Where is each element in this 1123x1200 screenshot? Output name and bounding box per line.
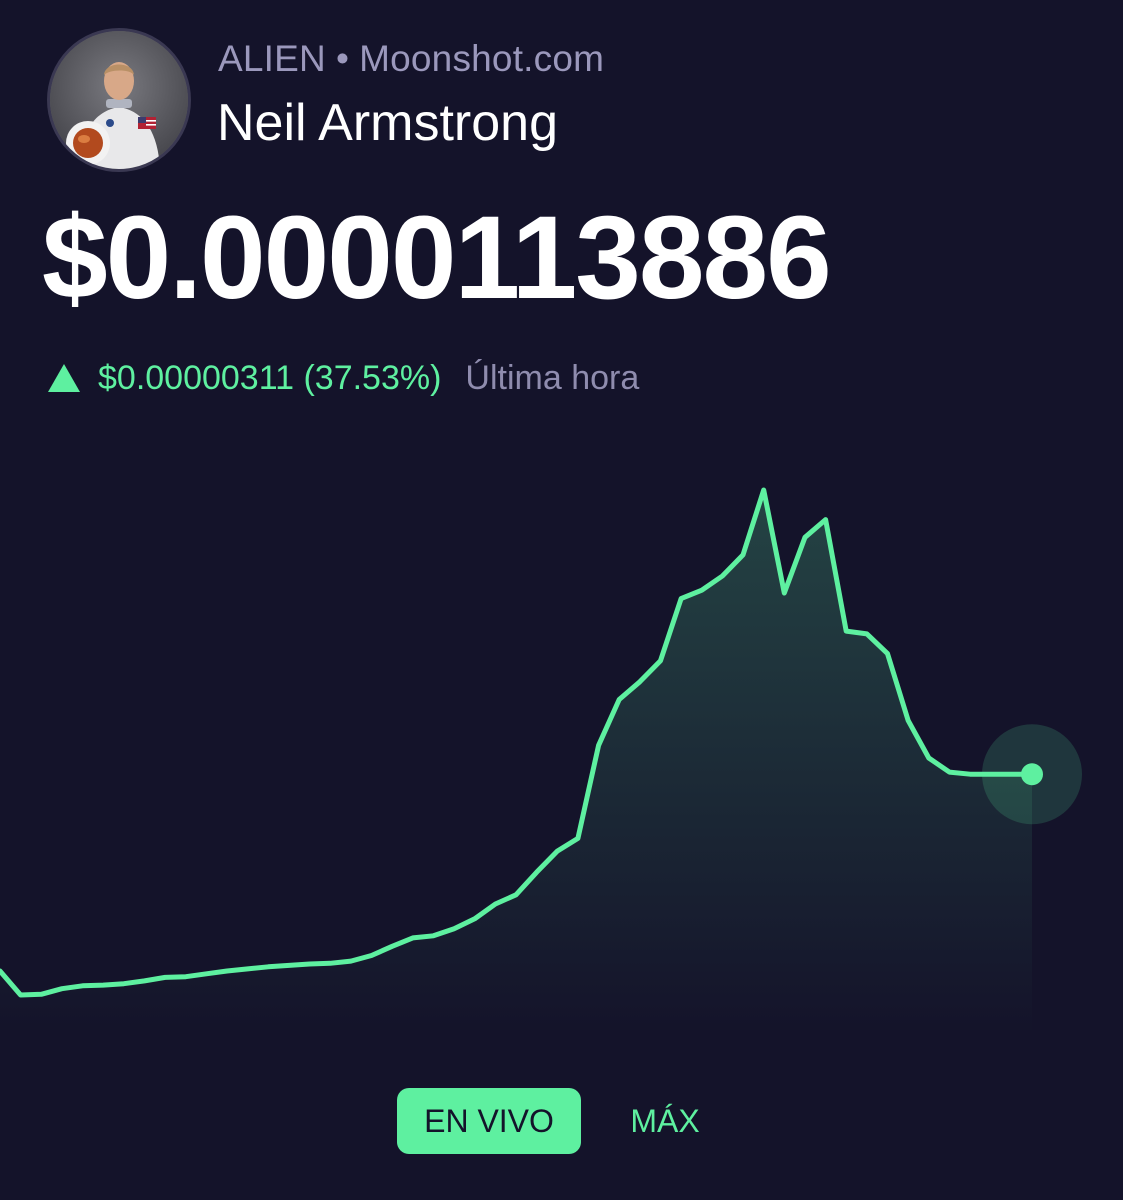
tab-max[interactable]: MÁX xyxy=(610,1088,720,1154)
current-point-dot[interactable] xyxy=(1021,763,1043,786)
tab-live[interactable]: EN VIVO xyxy=(397,1088,581,1154)
price-chart[interactable] xyxy=(0,0,1123,1080)
timeframe-tabs: EN VIVO MÁX xyxy=(0,1088,1123,1154)
chart-area-fill xyxy=(0,490,1032,1035)
